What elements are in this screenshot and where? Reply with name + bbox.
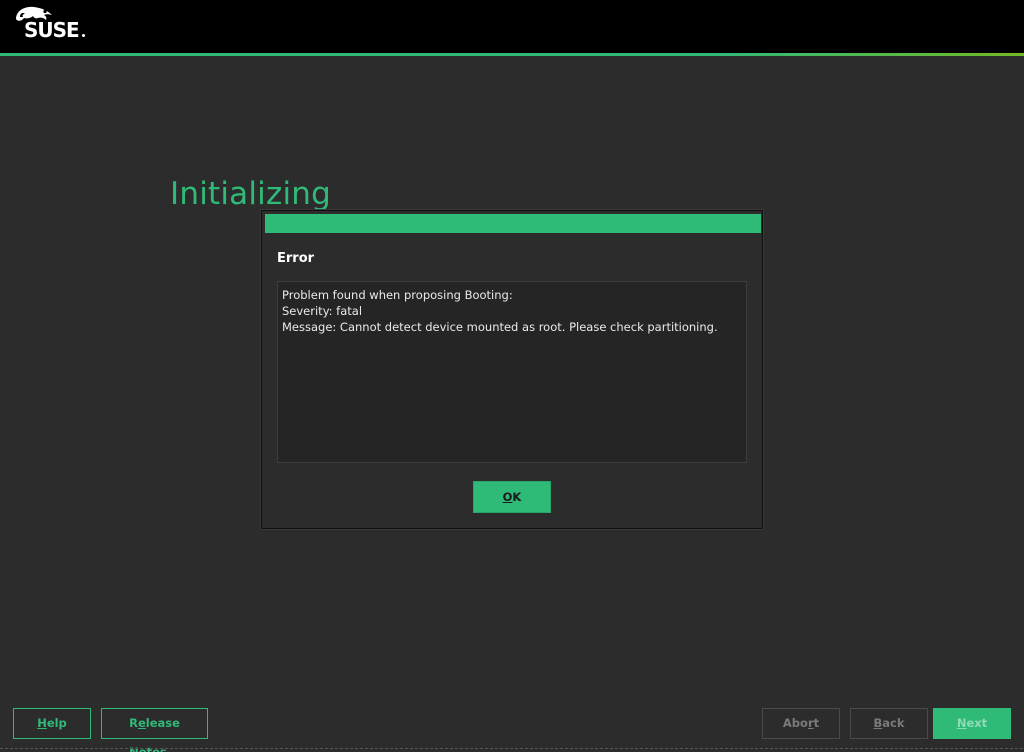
next-accel: N xyxy=(956,716,967,730)
next-button[interactable]: Next xyxy=(933,708,1011,739)
dialog-titlebar xyxy=(265,214,761,233)
release-notes-accel: e xyxy=(137,716,146,730)
help-label: elp xyxy=(46,716,67,730)
message-line: Severity: fatal xyxy=(282,304,363,318)
back-accel: B xyxy=(873,716,883,730)
abort-label: t xyxy=(813,716,820,730)
ok-button[interactable]: OK xyxy=(473,481,551,513)
release-notes-button[interactable]: Release Notes... xyxy=(101,708,208,752)
page-title: Initializing xyxy=(170,176,332,212)
ok-label: K xyxy=(512,490,522,504)
dialog-heading: Error xyxy=(277,251,315,266)
ok-accel: O xyxy=(502,490,513,504)
abort-button[interactable]: Abort xyxy=(762,708,840,739)
help-button[interactable]: Help xyxy=(13,708,91,739)
logo-dot xyxy=(82,34,85,37)
logo-text: SUSE xyxy=(24,18,80,42)
back-button[interactable]: Back xyxy=(850,708,928,739)
message-line: Problem found when proposing Booting: xyxy=(282,288,513,302)
message-line: Message: Cannot detect device mounted as… xyxy=(282,320,718,334)
header-bar: SUSE xyxy=(0,0,1024,54)
help-accel: H xyxy=(37,716,47,730)
release-notes-pre: R xyxy=(129,716,138,730)
back-label: ack xyxy=(882,716,905,730)
installer-window: SUSE Initializing Error Problem found wh… xyxy=(0,0,1024,752)
error-message-text[interactable]: Problem found when proposing Booting: Se… xyxy=(277,281,747,463)
suse-logo: SUSE xyxy=(12,3,92,43)
abort-pre: Abo xyxy=(782,716,808,730)
error-dialog: Error Problem found when proposing Booti… xyxy=(261,210,763,529)
header-accent-line xyxy=(0,53,1024,56)
next-label: ext xyxy=(966,716,988,730)
bottom-border xyxy=(0,748,1024,749)
